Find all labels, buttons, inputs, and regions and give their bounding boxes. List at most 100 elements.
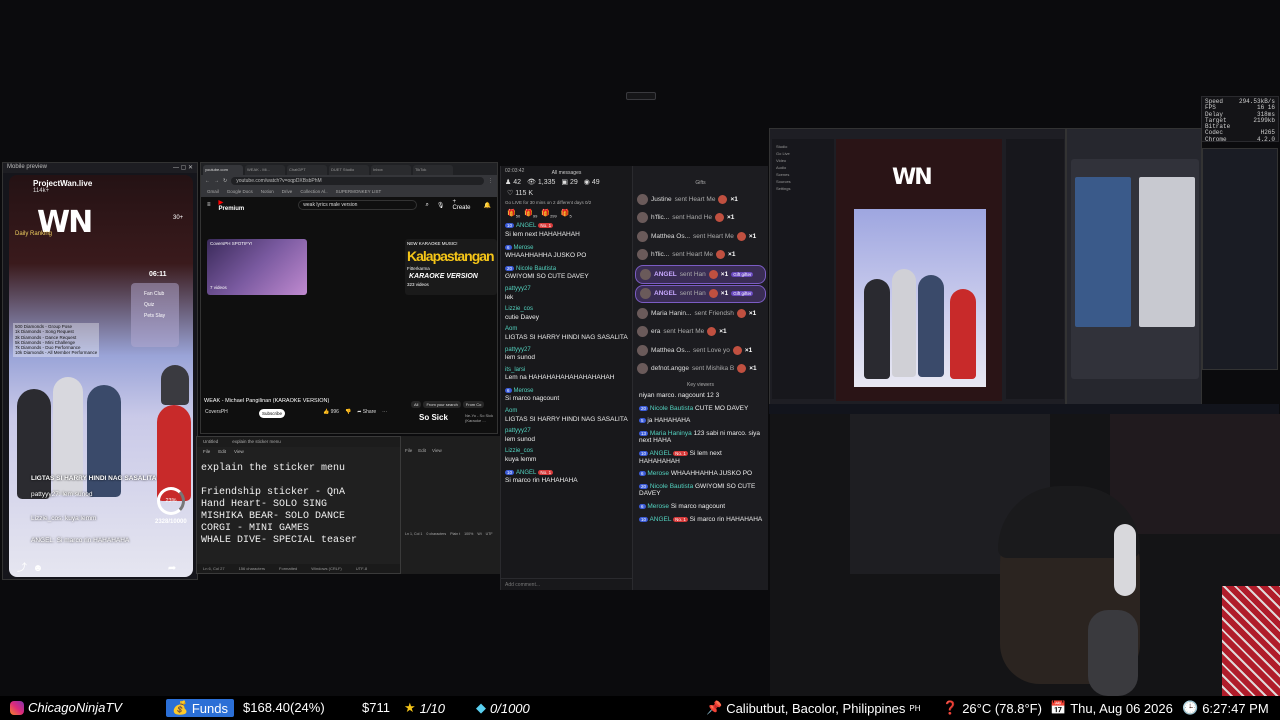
notepad-tab[interactable]: Untitled xyxy=(203,439,218,445)
daily-ranking[interactable]: Daily Ranking xyxy=(15,231,52,237)
dock-item[interactable]: Audio xyxy=(776,164,830,171)
chat-username[interactable]: Lizzie_cos xyxy=(505,306,628,314)
bookmark[interactable]: Google Docs xyxy=(227,189,253,195)
youtube-logo[interactable]: ▶ Premium xyxy=(219,199,251,212)
comment-input[interactable]: Add comment... xyxy=(501,578,632,590)
browser-tab[interactable]: ChatGPT xyxy=(287,165,327,175)
people-icon[interactable]: ☻ xyxy=(33,563,44,574)
gift-icon[interactable]: 🎁99 xyxy=(524,209,537,218)
chat-username[interactable]: Lizzie_cos xyxy=(505,448,628,456)
chat-username[interactable]: its_larsi xyxy=(505,367,628,375)
filter-chip[interactable]: From Co xyxy=(462,401,485,408)
gift-username[interactable]: h'flic... xyxy=(651,251,669,258)
key-viewer-name[interactable]: Maria Haninya xyxy=(650,430,692,437)
dock-item[interactable]: Scenes xyxy=(776,171,830,178)
chat-username[interactable]: Aom xyxy=(505,326,628,334)
playlist-thumbnail[interactable]: CoversPH SPOTIFY! 7 videos xyxy=(207,239,307,295)
chat-username[interactable]: 10 ANGEL No. 1 xyxy=(505,222,628,231)
window-controls[interactable]: — ▢ ✕ xyxy=(173,164,193,172)
chat-username[interactable]: 10 ANGEL No. 1 xyxy=(505,469,628,478)
menu-view[interactable]: View xyxy=(234,449,244,455)
gift-username[interactable]: h'flic... xyxy=(651,214,669,221)
avatar[interactable] xyxy=(640,268,651,280)
hamburger-icon[interactable]: ≡ xyxy=(207,202,211,208)
notepad-tab[interactable]: explain the sticker menu xyxy=(232,439,281,445)
gift-username[interactable]: Maria Hanin... xyxy=(651,310,691,317)
bookmark[interactable]: Collection Al.. xyxy=(300,189,327,195)
gift-username[interactable]: defnot.angge xyxy=(651,365,689,372)
menu-item[interactable]: Fan Club xyxy=(144,291,176,297)
avatar[interactable] xyxy=(637,344,648,356)
gift-username[interactable]: Matthea Os... xyxy=(651,233,690,240)
gift-username[interactable]: era xyxy=(651,328,660,335)
menu-file[interactable]: File xyxy=(203,449,210,455)
share-button[interactable]: ➦ Share xyxy=(357,409,376,415)
menu-edit[interactable]: Edit xyxy=(218,449,226,455)
bookmark[interactable]: SUPERMONKEY LIST xyxy=(336,189,382,195)
chat-username[interactable]: Aom xyxy=(505,408,628,416)
avatar[interactable] xyxy=(637,212,648,224)
key-viewer-name[interactable]: Nicole Bautista xyxy=(650,483,693,490)
key-viewer-name[interactable]: ANGEL xyxy=(649,516,671,523)
search-input[interactable]: weak lyrics male version xyxy=(298,200,418,210)
gift-username[interactable]: Matthea Os... xyxy=(651,347,690,354)
gift-icon[interactable]: 🎁299 xyxy=(541,209,556,218)
dock-item[interactable]: Studio xyxy=(776,143,830,150)
bookmark[interactable]: Notion xyxy=(261,189,274,195)
window-dock-handle[interactable] xyxy=(626,92,656,100)
bookmark[interactable]: Drive xyxy=(282,189,293,195)
dock-item[interactable]: Video xyxy=(776,157,830,164)
create-button[interactable]: + Create xyxy=(452,199,475,211)
gift-username[interactable]: Justine xyxy=(651,196,672,203)
chat-username[interactable]: 20 Nicole Bautista xyxy=(505,265,628,274)
menu-file[interactable]: File xyxy=(405,448,412,453)
key-viewer-name[interactable]: Merose xyxy=(647,470,669,477)
dock-item[interactable]: Settings xyxy=(776,185,830,192)
address-bar[interactable]: youtube.com/watch?v=oqpDXBsbPhM xyxy=(231,177,484,185)
browser-tab[interactable]: Inbox xyxy=(371,165,411,175)
browser-tab[interactable]: TikTok xyxy=(413,165,453,175)
channel-name[interactable]: ProjectWan.live xyxy=(33,179,92,188)
browser-tab[interactable]: youtube.com xyxy=(203,165,243,175)
dislike-icon[interactable]: 👎 xyxy=(345,409,351,415)
dock-item[interactable]: Sources xyxy=(776,178,830,185)
mobile-preview-titlebar[interactable]: Mobile preview — ▢ ✕ xyxy=(3,163,197,173)
gift-username[interactable]: ANGEL xyxy=(654,290,677,297)
forward-icon[interactable]: → xyxy=(214,178,219,184)
avatar[interactable] xyxy=(637,249,648,261)
chat-username[interactable]: pattyyy27 xyxy=(505,428,628,436)
mic-icon[interactable]: 🎙 xyxy=(437,202,445,209)
preview-right[interactable] xyxy=(1139,177,1195,327)
forward-icon[interactable]: ➦ xyxy=(168,563,176,574)
chat-username[interactable]: pattyyy27 xyxy=(505,347,628,355)
filter-chip[interactable]: From your search xyxy=(423,401,461,408)
avatar[interactable] xyxy=(637,307,648,319)
menu-edit[interactable]: Edit xyxy=(418,448,426,453)
back-icon[interactable]: ← xyxy=(205,178,210,184)
more-icon[interactable]: ⋯ xyxy=(382,409,387,415)
gift-icon[interactable]: 🎁50 xyxy=(507,209,520,218)
key-viewer-name[interactable]: ANGEL xyxy=(649,450,671,457)
related-video-title[interactable]: So Sick xyxy=(419,413,448,422)
dock-item[interactable]: Go Live xyxy=(776,150,830,157)
subscribe-button[interactable]: Subscribe xyxy=(259,409,285,418)
filter-chip[interactable]: All xyxy=(411,401,422,408)
avatar[interactable] xyxy=(637,193,648,205)
avatar[interactable] xyxy=(640,288,651,300)
playlist-thumbnail[interactable]: NEW KARAOKE MUSIC! Kalapastangan Fitterk… xyxy=(405,239,497,295)
chat-username[interactable]: 6 Merose xyxy=(505,244,628,253)
avatar[interactable] xyxy=(637,326,648,338)
avatar[interactable] xyxy=(637,363,648,375)
preview-left[interactable] xyxy=(1075,177,1131,327)
chat-username[interactable]: 6 Merose xyxy=(505,387,628,396)
like-button[interactable]: 👍 996 xyxy=(323,409,339,415)
gift-username[interactable]: ANGEL xyxy=(654,271,677,278)
reload-icon[interactable]: ↻ xyxy=(223,178,227,184)
bell-icon[interactable]: 🔔 xyxy=(484,202,491,209)
menu-icon[interactable]: ⋮ xyxy=(488,178,493,184)
search-icon[interactable]: ⌕ xyxy=(425,202,428,209)
browser-tab[interactable]: DUET Studio xyxy=(329,165,369,175)
key-viewer-name[interactable]: Nicole Bautista xyxy=(650,405,693,412)
avatar[interactable] xyxy=(637,230,648,242)
channel-name[interactable]: CoversPH xyxy=(205,409,228,415)
